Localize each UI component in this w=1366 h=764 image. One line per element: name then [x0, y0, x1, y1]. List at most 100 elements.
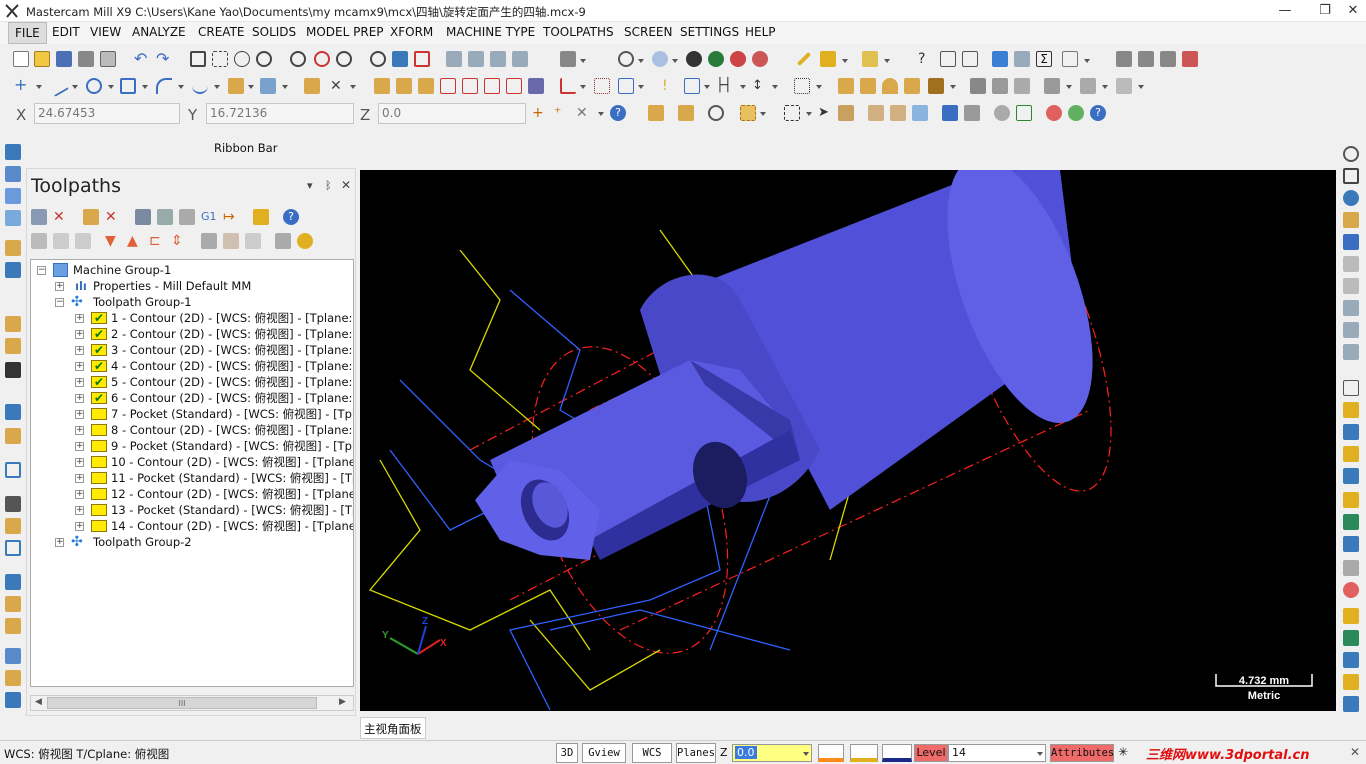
chamfer-dropdown-icon[interactable]: [580, 85, 586, 89]
menu-analyze[interactable]: ANALYZE: [132, 25, 186, 39]
rotate-view-icon[interactable]: [370, 51, 386, 67]
menu-help[interactable]: HELP: [745, 25, 776, 39]
high-feed-icon[interactable]: ↦: [223, 209, 239, 225]
zoom-target-icon[interactable]: [234, 51, 250, 67]
expand-icon[interactable]: +: [75, 378, 84, 387]
left-tool-1-icon[interactable]: [5, 144, 21, 160]
view-cube-icon[interactable]: [414, 51, 430, 67]
panel-pin-icon[interactable]: ᛒ: [325, 179, 332, 192]
close-button[interactable]: ✕: [1338, 2, 1366, 20]
translucency-icon[interactable]: [708, 51, 724, 67]
right-view-3-icon[interactable]: [1343, 300, 1359, 316]
backplot-icon[interactable]: [135, 209, 151, 225]
unzoom-icon[interactable]: [290, 51, 306, 67]
trim-icon[interactable]: [304, 78, 320, 94]
manager-options-icon[interactable]: [297, 233, 313, 249]
refresh-selection-icon[interactable]: [708, 105, 724, 121]
select-invalid-ops-icon[interactable]: ✕: [53, 209, 69, 225]
autocursor-override-icon[interactable]: ✕: [576, 105, 592, 121]
grid-dropdown-icon[interactable]: [1084, 59, 1090, 63]
arc-dropdown-icon[interactable]: [178, 85, 184, 89]
settings-gear-icon[interactable]: [992, 51, 1008, 67]
xform-stretch-icon[interactable]: [528, 78, 544, 94]
right-view-4-icon[interactable]: [1343, 322, 1359, 338]
expand-icon[interactable]: +: [75, 442, 84, 451]
surface-dropdown-icon[interactable]: [248, 85, 254, 89]
menu-settings[interactable]: SETTINGS: [680, 25, 739, 39]
solid-layout-dropdown-icon[interactable]: [1066, 85, 1072, 89]
nc-remove-icon[interactable]: [1182, 51, 1198, 67]
collapse-icon[interactable]: −: [55, 298, 64, 307]
right-save-icon[interactable]: [1343, 234, 1359, 250]
toolpath-tree[interactable]: − Machine Group-1 + ılı Properties - Mil…: [30, 259, 354, 687]
hdim-dropdown-icon[interactable]: [740, 85, 746, 89]
solid-drafting-icon[interactable]: [1080, 78, 1096, 94]
pencil-icon[interactable]: [796, 51, 812, 67]
viewport-tab[interactable]: 主视角面板: [360, 717, 426, 739]
right-rotate-icon[interactable]: [1343, 190, 1359, 206]
expand-icon[interactable]: +: [75, 314, 84, 323]
edit-pen-icon[interactable]: [820, 51, 836, 67]
help-icon[interactable]: ?: [610, 105, 626, 121]
stock-icon[interactable]: [838, 78, 854, 94]
xform-array-icon[interactable]: [506, 78, 522, 94]
attributes-button[interactable]: Attributes: [1050, 744, 1114, 762]
nc-backplot-icon[interactable]: [1138, 51, 1154, 67]
toggle-stock-icon[interactable]: [223, 233, 239, 249]
left-tool-17-icon[interactable]: [5, 596, 21, 612]
solid-feature-icon[interactable]: [970, 78, 986, 94]
select-dropdown-icon[interactable]: [638, 85, 644, 89]
statistics-icon[interactable]: [1014, 51, 1030, 67]
point-dropdown-icon[interactable]: [36, 85, 42, 89]
panel-menu-dropdown[interactable]: ▾: [307, 179, 313, 192]
toggle-posting-icon[interactable]: [53, 233, 69, 249]
dimension-dropdown-icon[interactable]: [704, 85, 710, 89]
left-tool-2-icon[interactable]: [5, 166, 21, 182]
left-tool-15-icon[interactable]: [5, 540, 21, 556]
expand-icon[interactable]: +: [75, 362, 84, 371]
left-tool-18-icon[interactable]: [5, 618, 21, 634]
surface-icon[interactable]: [228, 78, 244, 94]
graphics-viewport[interactable]: Y X Z 4.732 mm Metric: [360, 170, 1336, 711]
level-input[interactable]: 14: [948, 744, 1046, 762]
right-fit-icon[interactable]: [1343, 168, 1359, 184]
dynamic-rotate-icon[interactable]: [392, 51, 408, 67]
expand-icon[interactable]: +: [75, 522, 84, 531]
chamfer-icon[interactable]: [560, 78, 576, 94]
verify-selection-icon[interactable]: [994, 105, 1010, 121]
menu-xform[interactable]: XFORM: [390, 25, 433, 39]
toolpath-select-icon[interactable]: [618, 78, 634, 94]
regenerate-selected-icon[interactable]: [83, 209, 99, 225]
autocursor-dropdown-icon[interactable]: [598, 112, 604, 116]
solid-select-icon[interactable]: [838, 105, 854, 121]
zoom-window-icon[interactable]: [212, 51, 228, 67]
print-preview-icon[interactable]: [100, 51, 116, 67]
point-icon[interactable]: +: [14, 77, 30, 94]
xform-offset-icon[interactable]: [462, 78, 478, 94]
save-icon[interactable]: [56, 51, 72, 67]
xform-rotate-icon[interactable]: [418, 78, 434, 94]
wireframe-icon[interactable]: [618, 51, 634, 67]
left-tool-14-icon[interactable]: [5, 518, 21, 534]
light-bulb-icon[interactable]: !: [662, 78, 678, 94]
pointer-icon[interactable]: ➤: [818, 105, 834, 121]
right-tool-9-icon[interactable]: [1343, 608, 1359, 624]
expand-icon[interactable]: +: [55, 538, 64, 547]
fixture-icon[interactable]: [928, 78, 944, 94]
xform-scale-icon[interactable]: [440, 78, 456, 94]
left-tool-7-icon[interactable]: [5, 316, 21, 332]
arc-icon[interactable]: [156, 78, 172, 94]
fixture-dropdown-icon[interactable]: [950, 85, 956, 89]
right-tool-6-icon[interactable]: [1343, 514, 1359, 530]
solid-shell-icon[interactable]: [992, 78, 1008, 94]
delete-entity-icon[interactable]: ✕: [330, 78, 346, 94]
markup-icon[interactable]: [862, 51, 878, 67]
wildcard-icon[interactable]: ✳: [1118, 745, 1128, 759]
solid-icon[interactable]: [260, 78, 276, 94]
left-tool-6-icon[interactable]: [5, 262, 21, 278]
new-file-icon[interactable]: [13, 51, 29, 67]
right-tool-1-icon[interactable]: [1343, 402, 1359, 418]
right-tool-13-icon[interactable]: [1343, 696, 1359, 712]
collapse-icon[interactable]: −: [37, 266, 46, 275]
scroll-right-icon[interactable]: ▶: [339, 697, 346, 707]
